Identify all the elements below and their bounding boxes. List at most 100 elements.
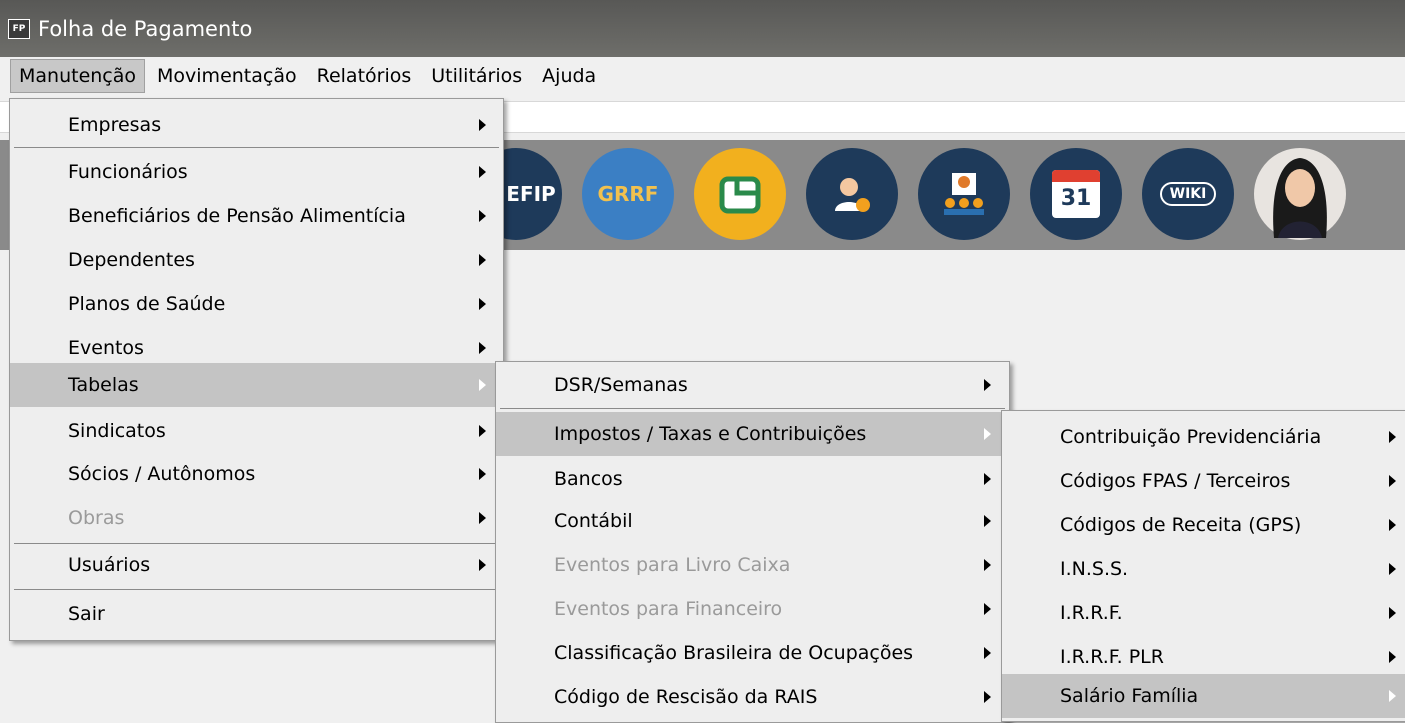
menu-item-label: Obras: [68, 507, 125, 529]
menu-item-impostos-taxas[interactable]: Impostos / Taxas e Contribuições: [496, 412, 1009, 456]
menu-item-tabelas[interactable]: Tabelas: [10, 363, 503, 407]
menu-item-label: Salário Família: [1060, 685, 1199, 707]
submenu-arrow-icon: [1389, 563, 1396, 575]
submenu-arrow-icon: [984, 379, 991, 391]
menu-item-codigos-receita-gps[interactable]: Códigos de Receita (GPS): [1002, 503, 1405, 547]
menu-bar: Manutenção Movimentação Relatórios Utili…: [0, 57, 1405, 95]
menu-item-bancos[interactable]: Bancos: [496, 457, 1009, 501]
submenu-arrow-icon: [479, 342, 486, 354]
menu-item-funcionarios[interactable]: Funcionários: [10, 150, 503, 194]
menu-item-label: Usuários: [68, 554, 151, 576]
menu-relatorios[interactable]: Relatórios: [309, 59, 420, 93]
submenu-arrow-icon: [1389, 607, 1396, 619]
submenu-arrow-icon: [984, 691, 991, 703]
menu-item-label: Eventos para Financeiro: [554, 598, 783, 620]
menu-item-codigos-fpas[interactable]: Códigos FPAS / Terceiros: [1002, 459, 1405, 503]
grrf-icon[interactable]: GRRF: [582, 148, 674, 240]
menu-item-label: Código de Rescisão da RAIS: [554, 686, 818, 708]
menu-item-planos-saude[interactable]: Planos de Saúde: [10, 282, 503, 326]
menu-item-label: Contábil: [554, 510, 633, 532]
menu-tabelas-dropdown: DSR/Semanas Impostos / Taxas e Contribui…: [495, 361, 1010, 723]
submenu-arrow-icon: [479, 119, 486, 131]
menu-item-label: Sair: [68, 603, 105, 625]
menu-item-label: Empresas: [68, 114, 162, 136]
submenu-arrow-icon: [984, 473, 991, 485]
submenu-arrow-icon: [984, 515, 991, 527]
menu-item-label: Sindicatos: [68, 420, 166, 442]
menu-item-eventos-financeiro: Eventos para Financeiro: [496, 587, 1009, 631]
menu-item-label: Códigos FPAS / Terceiros: [1060, 470, 1291, 492]
menu-item-contabil[interactable]: Contábil: [496, 499, 1009, 543]
menu-item-dsr-semanas[interactable]: DSR/Semanas: [496, 363, 1009, 407]
title-bar: FP Folha de Pagamento: [0, 0, 1405, 57]
menu-item-rescisao-rais[interactable]: Código de Rescisão da RAIS: [496, 675, 1009, 719]
menu-item-label: Classificação Brasileira de Ocupações: [554, 642, 914, 664]
users-group-icon[interactable]: [918, 148, 1010, 240]
menu-item-label: Sócios / Autônomos: [68, 463, 256, 485]
submenu-arrow-icon: [479, 298, 486, 310]
document-icon[interactable]: [694, 148, 786, 240]
menu-manutencao[interactable]: Manutenção: [10, 59, 146, 93]
menu-item-label: Planos de Saúde: [68, 293, 226, 315]
wiki-icon[interactable]: WIKI: [1142, 148, 1234, 240]
menu-manutencao-dropdown: Empresas Funcionários Beneficiários de P…: [9, 98, 504, 641]
menu-item-irrf[interactable]: I.R.R.F.: [1002, 591, 1405, 635]
menu-item-label: I.N.S.S.: [1060, 558, 1129, 580]
support-agent-icon[interactable]: [806, 148, 898, 240]
menu-item-label: Códigos de Receita (GPS): [1060, 514, 1302, 536]
menu-item-label: DSR/Semanas: [554, 374, 688, 396]
menu-item-contribuicao-previdenciaria[interactable]: Contribuição Previdenciária: [1002, 415, 1405, 459]
menu-item-label: I.R.R.F. PLR: [1060, 646, 1164, 668]
submenu-arrow-icon: [984, 428, 991, 440]
menu-item-empresas[interactable]: Empresas: [10, 103, 503, 147]
submenu-arrow-icon: [984, 559, 991, 571]
menu-item-label: Impostos / Taxas e Contribuições: [554, 423, 867, 445]
menu-item-usuarios[interactable]: Usuários: [10, 543, 503, 587]
menu-item-label: Dependentes: [68, 249, 195, 271]
assistant-avatar-icon[interactable]: [1254, 148, 1346, 240]
menu-separator: [500, 408, 1005, 409]
menu-item-label: Contribuição Previdenciária: [1060, 426, 1322, 448]
submenu-arrow-icon: [479, 468, 486, 480]
calendar-icon[interactable]: 31: [1030, 148, 1122, 240]
submenu-arrow-icon: [1389, 651, 1396, 663]
window-title: Folha de Pagamento: [38, 16, 253, 41]
submenu-arrow-icon: [479, 379, 486, 391]
menu-item-sair[interactable]: Sair: [10, 592, 503, 636]
menu-item-irrf-plr[interactable]: I.R.R.F. PLR: [1002, 635, 1405, 679]
menu-item-beneficiarios[interactable]: Beneficiários de Pensão Alimentícia: [10, 194, 503, 238]
submenu-arrow-icon: [479, 425, 486, 437]
submenu-arrow-icon: [479, 512, 486, 524]
menu-utilitarios[interactable]: Utilitários: [423, 59, 530, 93]
submenu-arrow-icon: [1389, 475, 1396, 487]
submenu-arrow-icon: [984, 603, 991, 615]
submenu-arrow-icon: [1389, 431, 1396, 443]
submenu-arrow-icon: [479, 254, 486, 266]
submenu-arrow-icon: [479, 559, 486, 571]
menu-item-sindicatos[interactable]: Sindicatos: [10, 409, 503, 453]
submenu-arrow-icon: [984, 647, 991, 659]
submenu-arrow-icon: [1389, 519, 1396, 531]
menu-separator: [14, 589, 499, 590]
menu-movimentacao[interactable]: Movimentação: [149, 59, 305, 93]
menu-item-eventos-livro-caixa: Eventos para Livro Caixa: [496, 543, 1009, 587]
submenu-arrow-icon: [1389, 690, 1396, 702]
menu-impostos-dropdown: Contribuição Previdenciária Códigos FPAS…: [1001, 410, 1405, 722]
menu-item-obras: Obras: [10, 496, 503, 540]
menu-item-socios-autonomos[interactable]: Sócios / Autônomos: [10, 452, 503, 496]
menu-separator: [14, 147, 499, 148]
menu-item-label: Funcionários: [68, 161, 188, 183]
menu-item-dependentes[interactable]: Dependentes: [10, 238, 503, 282]
menu-item-label: Bancos: [554, 468, 623, 490]
app-icon: FP: [8, 18, 30, 39]
menu-item-label: Beneficiários de Pensão Alimentícia: [68, 205, 406, 227]
menu-item-label: Eventos para Livro Caixa: [554, 554, 791, 576]
submenu-arrow-icon: [479, 166, 486, 178]
menu-item-salario-familia[interactable]: Salário Família: [1002, 674, 1405, 718]
menu-ajuda[interactable]: Ajuda: [534, 59, 604, 93]
menu-item-inss[interactable]: I.N.S.S.: [1002, 547, 1405, 591]
menu-item-label: Tabelas: [68, 374, 139, 396]
submenu-arrow-icon: [479, 210, 486, 222]
menu-item-cbo[interactable]: Classificação Brasileira de Ocupações: [496, 631, 1009, 675]
menu-item-label: I.R.R.F.: [1060, 602, 1123, 624]
